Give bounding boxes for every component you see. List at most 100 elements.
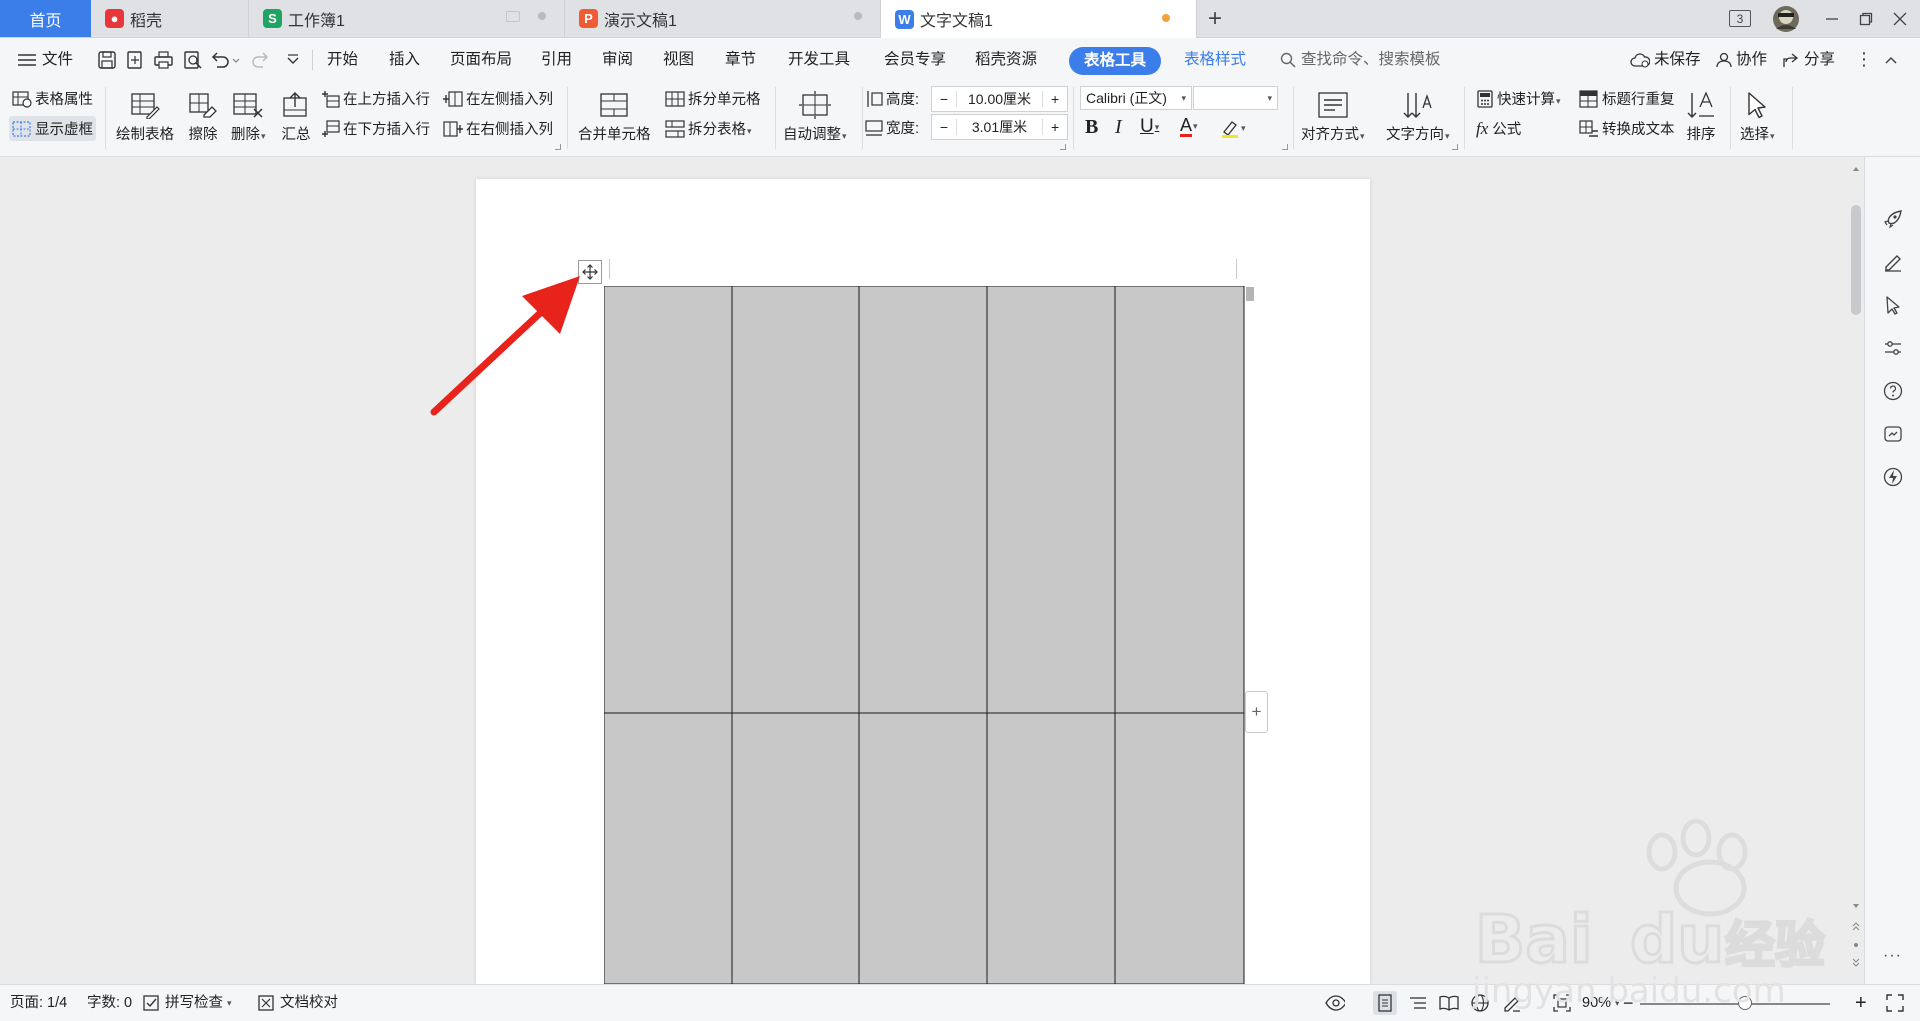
bold-button[interactable]: B — [1085, 116, 1098, 139]
quick-calc-button[interactable]: 快速计算▾ — [1476, 88, 1561, 109]
document-table[interactable] — [604, 286, 1245, 984]
insert-col-right-button[interactable]: 在右侧插入列 — [443, 118, 553, 139]
spellcheck-button[interactable]: 拼写检查 ▾ — [143, 985, 232, 1021]
backup-button[interactable] — [1881, 422, 1905, 446]
insert-row-above-button[interactable]: 在上方插入行 — [322, 88, 430, 109]
menu-view[interactable]: 视图 — [663, 38, 694, 81]
italic-button[interactable]: I — [1115, 116, 1122, 139]
command-search[interactable]: 查找命令、搜索模板 — [1280, 38, 1441, 81]
tab-document[interactable]: W 文字文稿1 — [881, 0, 1197, 38]
auto-fit-button[interactable]: 自动调整▾ — [783, 87, 847, 144]
write-mode-button[interactable] — [1502, 993, 1522, 1013]
insert-row-below-button[interactable]: 在下方插入行 — [322, 118, 430, 139]
repeat-header-button[interactable]: 标题行重复 — [1579, 88, 1675, 109]
share-button[interactable]: 分享 — [1782, 38, 1835, 81]
width-value[interactable]: 3.01厘米 — [957, 117, 1042, 137]
height-decrease-button[interactable]: − — [932, 91, 957, 107]
table-cell[interactable] — [986, 712, 1116, 984]
summary-button[interactable]: 汇总 — [281, 87, 311, 144]
properties-button[interactable] — [1881, 336, 1905, 360]
formula-button[interactable]: fx 公式 — [1476, 118, 1521, 139]
font-color-button[interactable]: A ▾ — [1180, 116, 1198, 137]
fullscreen-button[interactable] — [1885, 993, 1905, 1013]
close-button[interactable] — [1880, 0, 1920, 37]
table-cell[interactable] — [858, 712, 988, 984]
table-cell[interactable] — [604, 712, 733, 984]
table-cell[interactable] — [1114, 286, 1245, 714]
table-cell[interactable] — [1114, 712, 1245, 984]
outline-view-button[interactable] — [1408, 993, 1428, 1013]
menu-review[interactable]: 审阅 — [602, 38, 633, 81]
more-tools-button[interactable]: ··· — [1883, 947, 1902, 965]
reading-view-button[interactable] — [1439, 993, 1459, 1013]
collapse-ribbon-button[interactable] — [1884, 38, 1898, 81]
table-cell[interactable] — [986, 286, 1116, 714]
text-direction-button[interactable]: 文字方向▾ — [1386, 87, 1450, 144]
customize-toolbar-button[interactable] — [282, 49, 304, 71]
zoom-slider-thumb[interactable] — [1737, 996, 1752, 1010]
tab-home[interactable]: 首页 — [0, 0, 91, 37]
page-view-button[interactable] — [1373, 991, 1397, 1015]
group-launcher[interactable] — [1282, 144, 1288, 150]
align-button[interactable]: 对齐方式▾ — [1301, 87, 1365, 144]
menu-page-layout[interactable]: 页面布局 — [450, 38, 512, 81]
avatar[interactable] — [1766, 0, 1806, 37]
group-launcher[interactable] — [1452, 144, 1458, 150]
pointer-button[interactable] — [1881, 293, 1905, 317]
draw-table-button[interactable]: 绘制表格 — [116, 87, 174, 144]
height-increase-button[interactable]: + — [1042, 91, 1067, 107]
save-button[interactable] — [96, 49, 118, 71]
lightning-button[interactable] — [1881, 465, 1905, 489]
zoom-level-select[interactable]: 90% ▾ — [1582, 985, 1620, 1021]
scroll-down-icon[interactable] — [1852, 902, 1860, 910]
width-increase-button[interactable]: + — [1042, 119, 1067, 135]
zoom-in-button[interactable]: + — [1855, 985, 1867, 1021]
font-name-select[interactable]: Calibri (正文) ▾ — [1080, 86, 1192, 110]
next-page-icon[interactable] — [1852, 957, 1860, 967]
export-pdf-button[interactable] — [124, 49, 146, 71]
tab-workbook[interactable]: S 工作簿1 — [249, 0, 565, 37]
split-cells-button[interactable]: 拆分单元格 — [665, 88, 761, 109]
vertical-scrollbar[interactable] — [1848, 157, 1864, 984]
help-button[interactable] — [1881, 379, 1905, 403]
eye-protect-button[interactable] — [1325, 993, 1345, 1013]
menu-developer[interactable]: 开发工具 — [788, 38, 850, 81]
redo-button[interactable] — [250, 49, 272, 71]
new-tab-button[interactable]: + — [1200, 0, 1230, 37]
window-count-button[interactable]: 3 — [1720, 0, 1760, 37]
menu-chapter[interactable]: 章节 — [725, 38, 756, 81]
rocket-button[interactable] — [1881, 207, 1905, 231]
unsaved-status[interactable]: 未保存 — [1630, 38, 1701, 81]
table-cell[interactable] — [604, 286, 733, 714]
menu-member[interactable]: 会员专享 — [884, 38, 946, 81]
group-launcher[interactable] — [555, 144, 561, 150]
menu-table-tools[interactable]: 表格工具 — [1069, 47, 1161, 75]
menu-insert[interactable]: 插入 — [389, 38, 420, 81]
highlight-button[interactable]: ▾ — [1220, 118, 1246, 138]
file-menu[interactable]: 文件 — [18, 38, 73, 81]
fit-page-button[interactable] — [1552, 993, 1572, 1013]
table-properties-button[interactable]: 表格属性 — [12, 88, 93, 109]
split-table-button[interactable]: 拆分表格▾ — [665, 118, 752, 139]
group-launcher[interactable] — [1060, 144, 1066, 150]
tab-close-icon[interactable] — [538, 12, 546, 20]
menu-home[interactable]: 开始 — [327, 38, 358, 81]
scroll-thumb[interactable] — [1851, 205, 1861, 315]
zoom-slider[interactable] — [1640, 1003, 1830, 1005]
select-button[interactable]: 选择▾ — [1740, 87, 1775, 144]
word-count[interactable]: 字数: 0 — [87, 985, 132, 1021]
tab-close-icon[interactable] — [854, 12, 862, 20]
col-width-stepper[interactable]: − 3.01厘米 + — [931, 114, 1068, 140]
print-preview-button[interactable] — [182, 49, 204, 71]
undo-button[interactable] — [210, 49, 240, 71]
erase-button[interactable]: 擦除 — [188, 87, 218, 144]
convert-to-text-button[interactable]: 转换成文本 — [1579, 118, 1675, 139]
delete-button[interactable]: 删除▾ — [231, 87, 266, 144]
page-indicator[interactable]: 页面: 1/4 — [10, 985, 67, 1021]
show-gridlines-toggle[interactable]: 显示虚框 — [9, 116, 96, 141]
web-view-button[interactable] — [1470, 993, 1490, 1013]
select-browse-icon[interactable] — [1852, 942, 1860, 948]
table-cell[interactable] — [731, 712, 860, 984]
height-value[interactable]: 10.00厘米 — [957, 89, 1042, 109]
table-cell[interactable] — [858, 286, 988, 714]
